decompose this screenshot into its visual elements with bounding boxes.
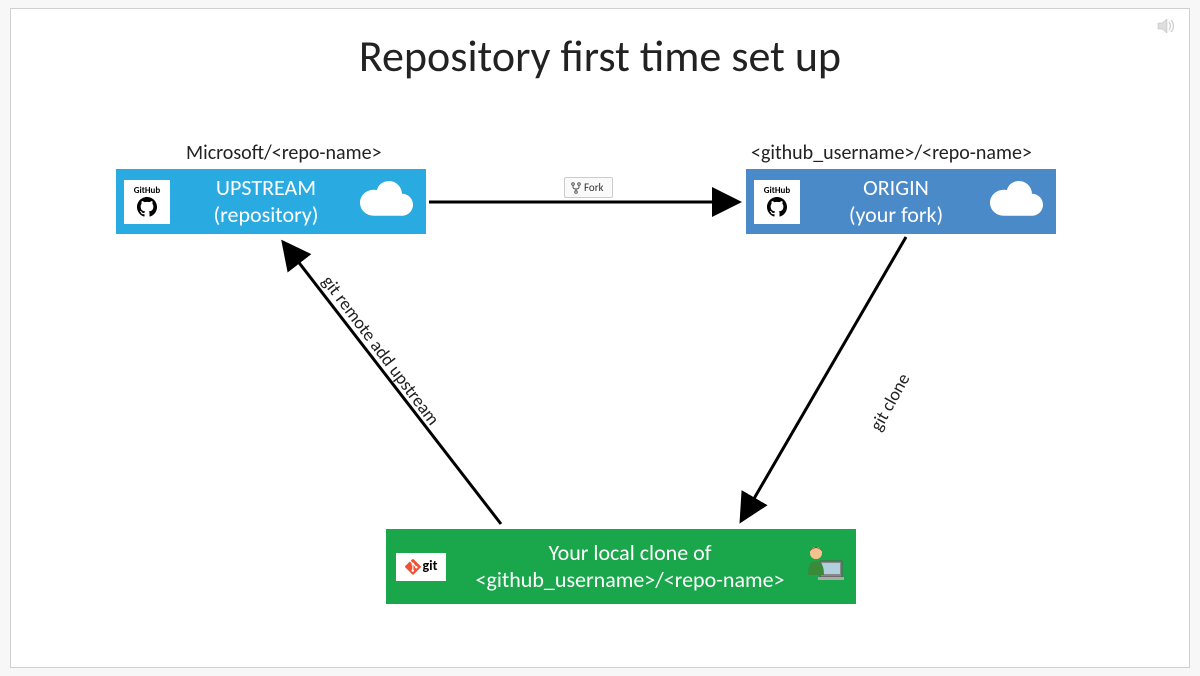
upstream-text: UPSTREAM (repository) [178,175,354,228]
fork-icon [571,182,581,194]
fork-button[interactable]: Fork [564,177,613,198]
local-text: Your local clone of <github_username>/<r… [456,540,804,593]
upstream-label: Microsoft/<repo-name> [186,141,382,165]
git-icon: git [396,553,446,581]
origin-text: ORIGIN (your fork) [808,175,984,228]
arrow-label-clone: git clone [865,369,914,434]
cloud-icon [984,178,1046,224]
slide-title: Repository first time set up [11,29,1189,83]
cloud-icon [354,178,416,224]
local-box: git Your local clone of <github_username… [386,529,856,604]
arrow-label-remote: git remote add upstream [317,271,444,429]
slide: Repository first time set up Microsoft/<… [10,8,1190,668]
origin-box: GitHub ORIGIN (your fork) [746,169,1056,234]
github-icon: GitHub [124,180,170,224]
upstream-box: GitHub UPSTREAM (repository) [116,169,426,234]
github-icon: GitHub [754,180,800,224]
origin-label: <github_username>/<repo-name> [751,141,1032,165]
user-computer-icon [804,543,844,589]
